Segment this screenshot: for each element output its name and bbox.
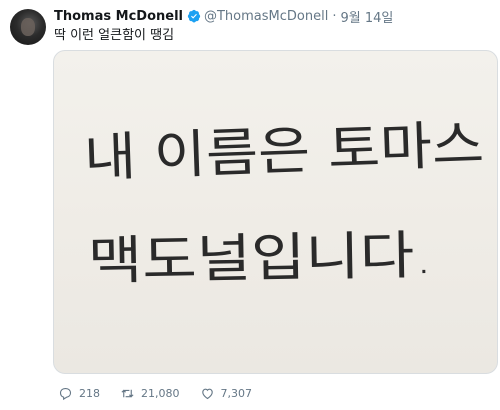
author-handle[interactable]: @ThomasMcDonell xyxy=(204,9,328,24)
reply-button[interactable]: 218 xyxy=(58,386,100,401)
avatar[interactable] xyxy=(10,9,46,45)
tweet-media-image[interactable]: 내 이름은 토마스 맥도널입니다. xyxy=(53,50,498,374)
verified-icon xyxy=(187,9,201,23)
author-name[interactable]: Thomas McDonell xyxy=(54,9,183,24)
tweet-text: 딱 이런 얼큰함이 땡김 xyxy=(54,28,175,43)
retweet-count: 21,080 xyxy=(141,387,180,400)
reply-icon xyxy=(59,387,72,401)
tweet-date[interactable]: 9월 14일 xyxy=(340,7,393,26)
header-separator: · xyxy=(332,8,337,24)
tweet-header: Thomas McDonell @ThomasMcDonell · 9월 14일 xyxy=(54,6,393,26)
retweet-button[interactable]: 21,080 xyxy=(120,386,180,401)
tweet-actions: 218 21,080 7,307 xyxy=(58,386,272,401)
tweet: Thomas McDonell @ThomasMcDonell · 9월 14일… xyxy=(0,0,500,410)
like-button[interactable]: 7,307 xyxy=(200,386,253,401)
handwritten-line-1: 내 이름은 토마스 xyxy=(83,115,485,189)
retweet-icon xyxy=(121,389,134,398)
reply-count: 218 xyxy=(79,387,100,400)
handwritten-note: 내 이름은 토마스 맥도널입니다. xyxy=(83,115,485,292)
like-count: 7,307 xyxy=(220,387,253,400)
handwritten-line-2: 맥도널입니다. xyxy=(87,226,433,292)
like-icon xyxy=(201,388,213,400)
avatar-face xyxy=(21,18,35,36)
